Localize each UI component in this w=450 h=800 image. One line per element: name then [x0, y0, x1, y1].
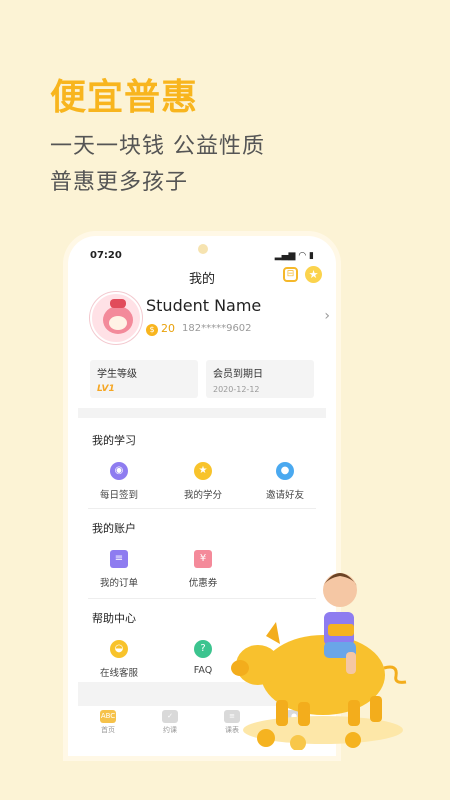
student-name: Student Name [146, 296, 262, 315]
section-title-help: 帮助中心 [92, 612, 136, 625]
divider [88, 508, 316, 509]
tab-booking-label: 约课 [163, 726, 177, 734]
level-value: LV1 [97, 384, 115, 394]
tab-home-label: 首页 [101, 726, 115, 734]
daily-checkin-label: 每日签到 [99, 490, 138, 501]
coupon-icon: ¥ [194, 550, 212, 568]
tab-home[interactable]: ABC 首页 [78, 710, 138, 735]
my-orders-label: 我的订单 [99, 578, 138, 589]
online-support-button[interactable]: ◒ 在线客服 [84, 640, 154, 679]
promo-headline: 便宜普惠 [50, 77, 199, 118]
points-value: 20 [161, 322, 175, 335]
level-label: 学生等级 [97, 369, 137, 380]
promo-line-1: 一天一块钱 公益性质 [50, 134, 265, 159]
headset-icon: ◒ [110, 640, 128, 658]
status-time: 07:20 [90, 250, 122, 261]
promo-line-2: 普惠更多孩子 [50, 170, 189, 195]
avatar-bow [110, 299, 126, 308]
section-title-study: 我的学习 [92, 434, 136, 447]
boy-face [323, 573, 357, 607]
abc-icon: ABC [100, 710, 116, 723]
coin-icon: $ [146, 324, 158, 336]
chevron-right-icon[interactable]: › [324, 308, 330, 324]
avatar-muzzle [109, 316, 127, 330]
calendar-icon: ◉ [110, 462, 128, 480]
boy-leg [346, 652, 356, 674]
coin-3 [345, 732, 361, 748]
member-label: 会员到期日 [213, 369, 263, 380]
medal-icon[interactable]: ★ [305, 266, 322, 283]
profile-row[interactable]: Student Name $ 20 182*****9602 › [90, 292, 330, 348]
section-title-account: 我的账户 [92, 522, 136, 535]
pig-leg [348, 700, 360, 726]
pig-leg [298, 702, 310, 726]
section-separator [78, 408, 326, 418]
pig-leg [370, 696, 382, 722]
ticket-icon[interactable]: ⊟ [283, 267, 298, 282]
gold-bar [328, 624, 354, 636]
member-expiry: 2020-12-12 [213, 385, 260, 394]
question-icon: ? [194, 640, 212, 658]
invite-friends-label: 邀请好友 [265, 490, 304, 501]
tab-booking[interactable]: ✓ 约课 [140, 710, 200, 735]
pig-tail [383, 665, 407, 684]
pig-snout [231, 660, 249, 676]
avatar[interactable] [90, 292, 142, 344]
my-credits-button[interactable]: ★ 我的学分 [168, 462, 238, 501]
online-support-label: 在线客服 [99, 668, 138, 679]
student-level-card[interactable]: 学生等级 LV1 [90, 360, 198, 398]
piggy-bank-illustration [231, 573, 407, 750]
star-icon: ★ [194, 462, 212, 480]
status-icons: ▂▄▆ ◠ ▮ [274, 251, 314, 261]
camera-dot [198, 244, 208, 254]
invite-friends-button[interactable]: ● 邀请好友 [250, 462, 320, 501]
my-credits-label: 我的学分 [183, 490, 222, 501]
pig-ear [266, 622, 280, 644]
phone-number: 182*****9602 [182, 323, 252, 334]
coin-1 [257, 729, 275, 747]
daily-checkin-button[interactable]: ◉ 每日签到 [84, 462, 154, 501]
my-orders-button[interactable]: ≡ 我的订单 [84, 550, 154, 589]
chat-icon: ● [276, 462, 294, 480]
order-icon: ≡ [110, 550, 128, 568]
envelope-icon: ✓ [162, 710, 178, 723]
pig-leg [276, 700, 288, 726]
membership-card[interactable]: 会员到期日 2020-12-12 [206, 360, 314, 398]
